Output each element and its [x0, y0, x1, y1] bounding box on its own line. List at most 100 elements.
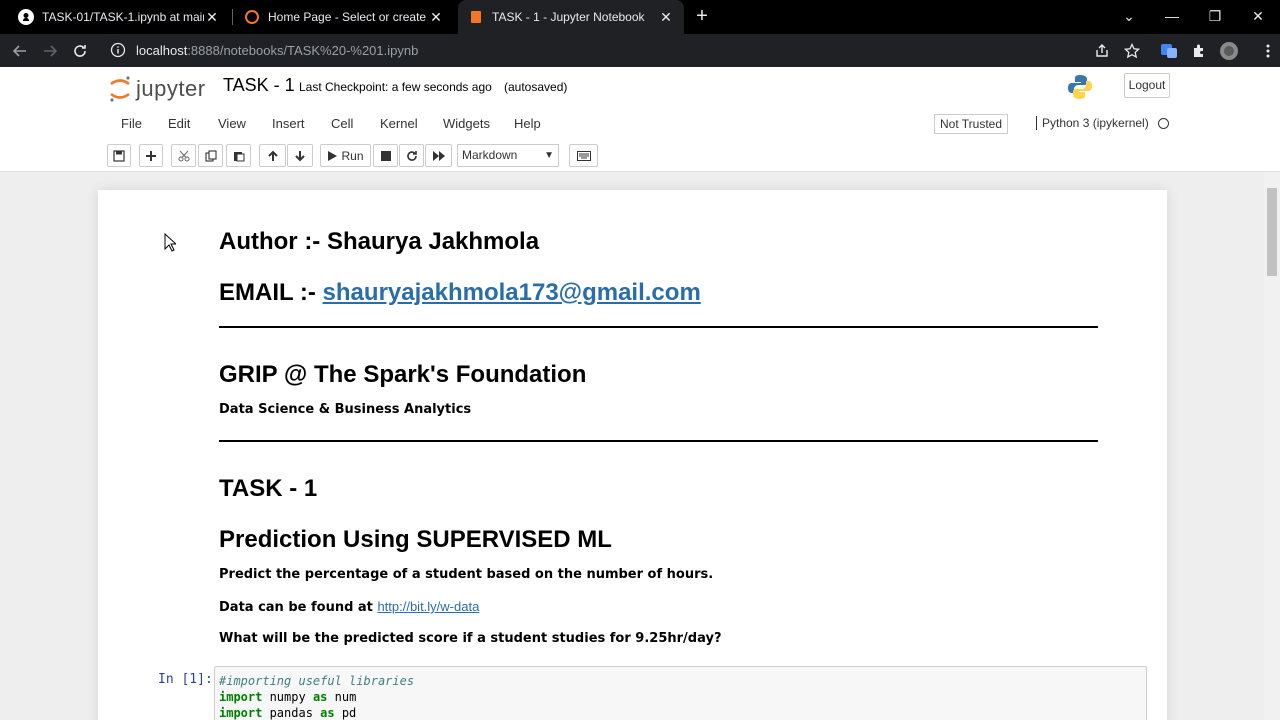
- url-text: localhost:8888/notebooks/TASK%20-%201.ip…: [136, 43, 418, 58]
- mouse-cursor-icon: [164, 233, 176, 252]
- kernel-name: Python 3 (ipykernel): [1036, 116, 1149, 130]
- tab-title: Home Page - Select or create a notebook: [268, 10, 428, 24]
- minimize-icon[interactable]: —: [1150, 0, 1194, 32]
- menu-edit[interactable]: Edit: [168, 116, 190, 131]
- tab-search-icon[interactable]: ⌄: [1107, 0, 1151, 32]
- copy-icon: [204, 149, 217, 162]
- org-heading: GRIP @ The Spark's Foundation: [219, 361, 587, 388]
- tab-title: TASK - 1 - Jupyter Notebook: [492, 10, 645, 24]
- restart-run-all-button[interactable]: [425, 144, 452, 167]
- code-alias: num: [327, 690, 357, 704]
- code-module: pandas: [262, 706, 321, 720]
- profile-avatar-icon[interactable]: [1219, 41, 1239, 61]
- back-icon[interactable]: [10, 41, 30, 61]
- close-window-icon[interactable]: ✕: [1236, 0, 1280, 32]
- email-label: EMAIL :-: [219, 279, 323, 306]
- forward-icon[interactable]: [40, 41, 60, 61]
- code-comment: #importing useful libraries: [219, 674, 415, 688]
- tab-github[interactable]: TASK-01/TASK-1.ipynb at main · Shaurya ✕: [8, 0, 230, 34]
- translate-icon[interactable]: [1159, 41, 1179, 61]
- notebook-tab-icon: [471, 11, 481, 23]
- code-module: numpy: [262, 690, 313, 704]
- code-keyword: as: [312, 690, 328, 704]
- tab-jupyter-home[interactable]: Home Page - Select or create a notebook …: [234, 0, 454, 34]
- menu-kernel[interactable]: Kernel: [380, 116, 418, 131]
- new-tab-button[interactable]: +: [692, 6, 712, 26]
- move-up-button[interactable]: [259, 144, 286, 167]
- code-keyword: import: [219, 690, 263, 704]
- restart-icon: [406, 150, 417, 161]
- python-logo-icon: [1068, 75, 1092, 99]
- cell-type-select[interactable]: Markdown ▼: [457, 144, 559, 167]
- page-scrollbar[interactable]: [1264, 172, 1280, 720]
- insert-cell-button[interactable]: [139, 144, 163, 167]
- menu-help[interactable]: Help: [514, 116, 541, 131]
- cell-type-value: Markdown: [462, 148, 518, 162]
- stop-icon: [380, 150, 391, 161]
- paste-button[interactable]: [226, 144, 251, 167]
- command-palette-button[interactable]: [569, 144, 598, 167]
- menu-file[interactable]: File: [121, 116, 142, 131]
- code-alias: pd: [334, 706, 357, 720]
- move-down-button[interactable]: [287, 144, 313, 167]
- info-icon[interactable]: [110, 42, 126, 58]
- jupyter-header: jupyter TASK - 1 Last Checkpoint: a few …: [0, 67, 1280, 172]
- tab-title: TASK-01/TASK-1.ipynb at main · Shaurya: [42, 10, 204, 24]
- data-link[interactable]: http://bit.ly/w-data: [377, 599, 479, 614]
- jupyter-tab-icon: [245, 10, 259, 24]
- author-heading: Author :- Shaurya Jakhmola: [219, 228, 540, 255]
- data-label: Data can be found at: [219, 600, 378, 615]
- address-bar[interactable]: localhost:8888/notebooks/TASK%20-%201.ip…: [102, 36, 1158, 64]
- jupyter-logo-icon: [110, 76, 130, 102]
- trust-indicator[interactable]: Not Trusted: [934, 114, 1009, 134]
- cut-button[interactable]: [171, 144, 196, 167]
- menu-cell[interactable]: Cell: [331, 116, 353, 131]
- jupyter-logo[interactable]: jupyter: [108, 75, 206, 103]
- code-line: import pandas as pd: [219, 705, 1142, 720]
- reload-icon[interactable]: [70, 41, 90, 61]
- tab-divider: [232, 9, 233, 25]
- copy-button[interactable]: [198, 144, 223, 167]
- run-label: Run: [341, 148, 364, 163]
- url-path: :8888/notebooks/TASK%20-%201.ipynb: [187, 42, 419, 58]
- close-icon[interactable]: ✕: [658, 9, 674, 26]
- keyboard-icon: [576, 150, 591, 161]
- share-icon[interactable]: [1092, 41, 1112, 61]
- fast-forward-icon: [432, 150, 445, 161]
- jupyter-wordmark: jupyter: [136, 76, 206, 101]
- browser-menu-icon[interactable]: [1258, 41, 1278, 61]
- plus-icon: [146, 150, 156, 161]
- menu-view[interactable]: View: [218, 116, 246, 131]
- subtitle-heading: Prediction Using SUPERVISED ML: [219, 526, 612, 553]
- code-line: import numpy as num: [219, 689, 1142, 705]
- menu-widgets[interactable]: Widgets: [443, 116, 490, 131]
- browser-tabstrip: TASK-01/TASK-1.ipynb at main · Shaurya ✕…: [0, 0, 1280, 34]
- checkpoint-status: Last Checkpoint: a few seconds ago: [299, 80, 492, 94]
- email-link[interactable]: shauryajakhmola173@gmail.com: [323, 279, 701, 306]
- notebook-container: Author :- Shaurya Jakhmola EMAIL :- shau…: [98, 190, 1167, 720]
- interrupt-button[interactable]: [373, 144, 398, 167]
- restart-button[interactable]: [399, 144, 424, 167]
- scrollbar-thumb[interactable]: [1267, 188, 1277, 276]
- divider: [219, 440, 1098, 442]
- restore-icon[interactable]: ❐: [1193, 0, 1237, 32]
- track-text: Data Science & Business Analytics: [219, 402, 472, 417]
- code-cell[interactable]: #importing useful libraries import numpy…: [214, 666, 1147, 720]
- extensions-puzzle-icon[interactable]: [1189, 41, 1209, 61]
- task-heading: TASK - 1: [219, 475, 318, 502]
- logout-button[interactable]: Logout: [1124, 73, 1170, 98]
- autosave-status: (autosaved): [504, 80, 568, 94]
- save-icon: [113, 149, 125, 162]
- tab-notebook[interactable]: TASK - 1 - Jupyter Notebook ✕: [458, 0, 684, 34]
- save-button[interactable]: [107, 144, 131, 167]
- close-icon[interactable]: ✕: [428, 9, 444, 26]
- cell-prompt: In [1]:: [158, 672, 213, 687]
- bookmark-star-icon[interactable]: [1122, 41, 1142, 61]
- description-text: Predict the percentage of a student base…: [219, 567, 714, 582]
- question-text: What will be the predicted score if a st…: [219, 631, 722, 646]
- menu-insert[interactable]: Insert: [272, 116, 305, 131]
- close-icon[interactable]: ✕: [204, 9, 220, 26]
- notebook-name[interactable]: TASK - 1: [223, 75, 295, 96]
- scissors-icon: [178, 150, 189, 161]
- run-button[interactable]: Run: [320, 144, 371, 167]
